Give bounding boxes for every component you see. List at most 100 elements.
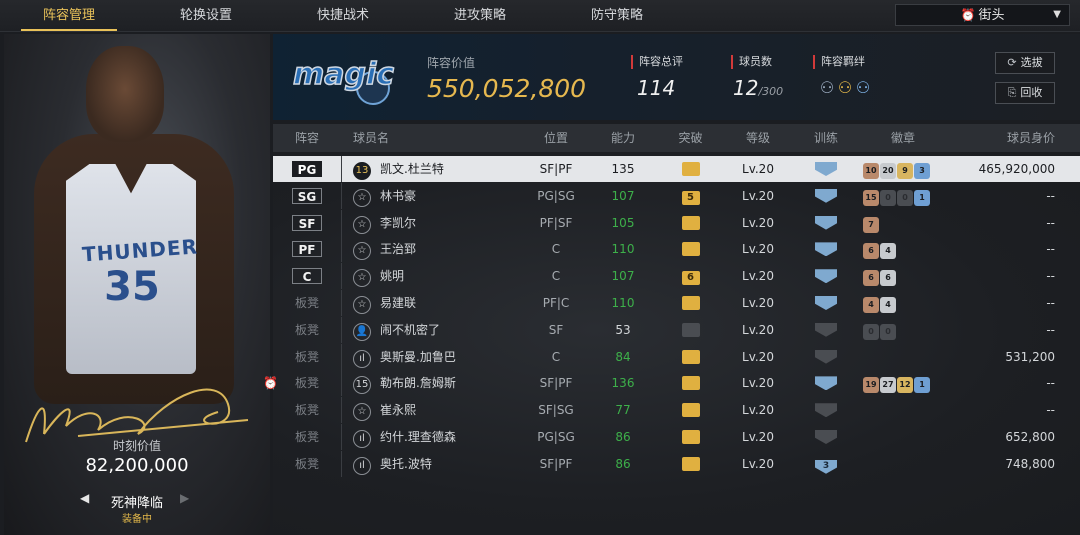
player-count-label: 球员数: [731, 55, 772, 69]
player-name[interactable]: 奥托.波特: [380, 451, 520, 477]
badge-count: 27: [880, 377, 896, 394]
lineup-slot[interactable]: PG: [273, 156, 341, 182]
bond-icons[interactable]: ⚇ ⚇ ⚇: [819, 78, 873, 97]
lineup-slot[interactable]: 板凳: [273, 344, 341, 370]
breakthrough-cell[interactable]: [668, 370, 713, 396]
player-ability: 105: [611, 215, 635, 230]
breakthrough-cell[interactable]: [668, 236, 713, 262]
table-row[interactable]: PG 13 凯文.杜兰特 SF|PF 135 Lv.20 10 20 9 3 465,920,000: [273, 156, 1080, 182]
training-cell[interactable]: [801, 263, 851, 289]
breakthrough-cell[interactable]: [668, 317, 713, 343]
lineup-slot[interactable]: 板凳: [273, 317, 341, 343]
training-cell[interactable]: [801, 397, 851, 423]
player-type-badge: 15: [353, 376, 371, 395]
training-cell[interactable]: [801, 370, 851, 396]
crown-icon: [681, 376, 700, 391]
column-divider: [341, 209, 342, 236]
breakthrough-cell[interactable]: [668, 210, 713, 236]
column-divider: [341, 236, 342, 263]
player-name[interactable]: 林书豪: [380, 183, 520, 209]
player-name[interactable]: 勒布朗.詹姆斯: [380, 370, 520, 396]
col-level: 等级: [745, 131, 770, 145]
breakthrough-cell[interactable]: 5: [668, 183, 713, 209]
training-cell[interactable]: [801, 317, 851, 343]
shield-icon: 3: [815, 459, 837, 474]
player-name[interactable]: 王治郅: [380, 236, 520, 262]
badge-count: 9: [897, 163, 913, 179]
table-row[interactable]: 板凳 ıl 奥托.波特 SF|PF 86 Lv.20 3 748,800: [273, 450, 1080, 477]
lineup-slot[interactable]: PF: [273, 236, 341, 262]
shield-icon: [815, 403, 837, 418]
badge-count: 19: [863, 377, 879, 394]
next-skill-arrow-icon[interactable]: ▶: [180, 491, 189, 505]
lineup-slot[interactable]: SG: [273, 183, 341, 209]
breakthrough-cell[interactable]: [668, 451, 713, 477]
bench-label: 板凳: [294, 349, 319, 364]
table-row[interactable]: SG ☆ 林书豪 PG|SG 107 5 Lv.20 15 0 0 1 --: [273, 182, 1080, 209]
badge-count: 10: [863, 163, 879, 179]
training-cell[interactable]: 3: [801, 451, 851, 477]
tab-quick-tactics[interactable]: 快捷战术: [293, 0, 393, 32]
lineup-slot[interactable]: 板凳: [273, 290, 341, 316]
magic-team-logo: magic: [292, 56, 395, 105]
table-row[interactable]: SF ☆ 李凯尔 PF|SF 105 Lv.20 7 --: [273, 209, 1080, 236]
table-row[interactable]: C ☆ 姚明 C 107 6 Lv.20 6 6 --: [273, 263, 1080, 290]
recycle-button[interactable]: ⎘ 回收: [995, 82, 1055, 104]
player-name[interactable]: 凯文.杜兰特: [380, 156, 520, 182]
tab-defense-strategy[interactable]: 防守策略: [567, 0, 667, 32]
lineup-slot[interactable]: 板凳: [273, 424, 341, 450]
training-cell[interactable]: [801, 424, 851, 450]
lineup-slot[interactable]: 板凳: [273, 397, 341, 423]
training-cell[interactable]: [801, 183, 851, 209]
tab-rotation-settings[interactable]: 轮换设置: [156, 0, 256, 32]
player-name[interactable]: 闹不机密了: [380, 317, 520, 343]
lineup-slot[interactable]: 板凳: [273, 370, 341, 396]
table-row[interactable]: 板凳 👤 闹不机密了 SF 53 Lv.20 0 0 --: [273, 316, 1080, 343]
tab-offense-strategy[interactable]: 进攻策略: [430, 0, 530, 32]
breakthrough-cell[interactable]: [668, 344, 713, 370]
player-type-icon: ☆: [351, 236, 373, 262]
table-row[interactable]: 板凳 ☆ 易建联 PF|C 110 Lv.20 4 4 --: [273, 290, 1080, 316]
player-type-icon: 13: [351, 156, 373, 182]
select-button[interactable]: ⟳ 选拔: [995, 52, 1055, 74]
moment-value-label: 时刻价值: [112, 439, 161, 453]
player-name[interactable]: 李凯尔: [380, 210, 520, 236]
table-row[interactable]: PF ☆ 王治郅 C 110 Lv.20 6 4 --: [273, 236, 1080, 263]
lineup-slot[interactable]: SF: [273, 210, 341, 236]
table-row[interactable]: ⏰ 板凳 15 勒布朗.詹姆斯 SF|PF 136 Lv.20 19 27 12 1 --: [263, 370, 1080, 397]
table-row[interactable]: 板凳 ☆ 崔永熙 SF|SG 77 Lv.20 --: [273, 397, 1080, 424]
bench-label: 板凳: [294, 403, 319, 418]
table-row[interactable]: 板凳 ıl 奥斯曼.加鲁巴 C 84 Lv.20 531,200: [273, 343, 1080, 370]
player-name[interactable]: 姚明: [380, 263, 520, 289]
player-name[interactable]: 崔永熙: [380, 397, 520, 423]
player-level: Lv.20: [742, 322, 774, 337]
player-name[interactable]: 约什.理查德森: [380, 424, 520, 450]
training-cell[interactable]: [801, 344, 851, 370]
player-price: --: [1046, 322, 1055, 337]
training-cell[interactable]: [801, 236, 851, 262]
tab-lineup-management[interactable]: 阵容管理: [19, 0, 119, 32]
bond-people-icon: ⚇: [837, 78, 855, 97]
lineup-slot[interactable]: C: [273, 263, 341, 289]
breakthrough-cell[interactable]: [668, 397, 713, 423]
player-type-badge: ☆: [353, 242, 371, 261]
player-name[interactable]: 易建联: [380, 290, 520, 316]
player-card[interactable]: THUNDER 35 时刻价值 82,200,000 ◀ 死神降临 ▶ 装备中: [4, 34, 270, 535]
training-cell[interactable]: [801, 156, 851, 182]
breakthrough-cell[interactable]: [668, 290, 713, 316]
player-name[interactable]: 奥斯曼.加鲁巴: [380, 344, 520, 370]
breakthrough-cell[interactable]: 6: [668, 263, 713, 289]
region-dropdown[interactable]: ⏰ 街头 ▼: [895, 4, 1070, 26]
bond-people-icon: ⚇: [855, 78, 873, 97]
training-cell[interactable]: [801, 210, 851, 236]
player-type-icon: 15: [351, 370, 373, 396]
breakthrough-cell[interactable]: [668, 156, 713, 182]
table-row[interactable]: 板凳 ıl 约什.理查德森 PG|SG 86 Lv.20 652,800: [273, 424, 1080, 450]
player-type-icon: ☆: [351, 263, 373, 289]
training-cell[interactable]: [801, 290, 851, 316]
player-level: Lv.20: [742, 269, 774, 284]
player-price: 748,800: [1005, 456, 1055, 471]
lineup-slot[interactable]: 板凳: [273, 451, 341, 477]
breakthrough-cell[interactable]: [668, 424, 713, 450]
player-ability: 86: [615, 430, 631, 444]
